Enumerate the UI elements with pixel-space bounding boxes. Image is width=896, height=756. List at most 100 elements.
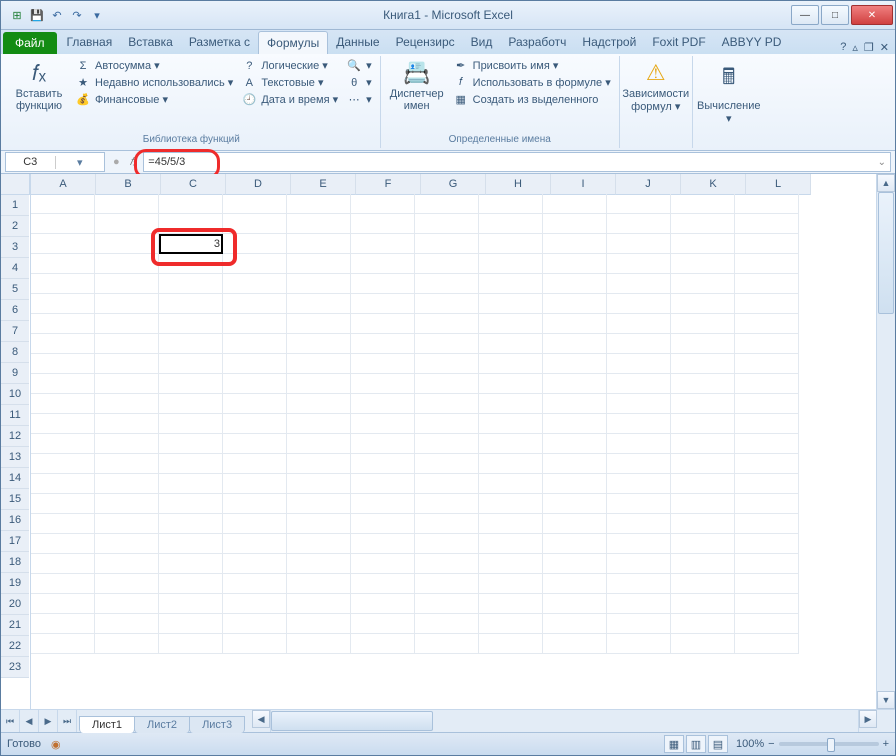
row-header[interactable]: 4 xyxy=(1,258,29,279)
cell[interactable] xyxy=(543,234,607,254)
cell[interactable] xyxy=(543,534,607,554)
cell[interactable] xyxy=(735,394,799,414)
cell[interactable] xyxy=(735,314,799,334)
cell[interactable] xyxy=(351,434,415,454)
ribbon-button[interactable]: ΣАвтосумма ▾ xyxy=(73,58,235,73)
undo-icon[interactable]: ↶ xyxy=(49,7,65,23)
row-header[interactable]: 20 xyxy=(1,594,29,615)
column-header[interactable]: K xyxy=(681,174,746,195)
zoom-slider[interactable] xyxy=(779,742,879,746)
cell[interactable] xyxy=(159,454,223,474)
cell[interactable] xyxy=(223,414,287,434)
cell[interactable] xyxy=(415,274,479,294)
row-header[interactable]: 11 xyxy=(1,405,29,426)
row-header[interactable]: 22 xyxy=(1,636,29,657)
column-header[interactable]: D xyxy=(226,174,291,195)
cell[interactable] xyxy=(95,434,159,454)
insert-function-button[interactable]: 𝑓ₓ Вставить функцию xyxy=(9,58,69,114)
cell[interactable] xyxy=(95,274,159,294)
column-header[interactable]: E xyxy=(291,174,356,195)
scroll-left-icon[interactable]: ◀ xyxy=(252,710,270,728)
row-header[interactable]: 21 xyxy=(1,615,29,636)
cell[interactable] xyxy=(95,254,159,274)
row-header[interactable]: 10 xyxy=(1,384,29,405)
cell[interactable] xyxy=(287,214,351,234)
cell[interactable] xyxy=(415,454,479,474)
cell[interactable] xyxy=(479,394,543,414)
cell[interactable] xyxy=(607,294,671,314)
cell[interactable] xyxy=(287,534,351,554)
cell[interactable] xyxy=(223,314,287,334)
cell[interactable] xyxy=(735,614,799,634)
cell[interactable] xyxy=(479,474,543,494)
normal-view-icon[interactable]: ▦ xyxy=(664,735,684,753)
cell[interactable] xyxy=(31,594,95,614)
cell[interactable] xyxy=(479,534,543,554)
cell[interactable] xyxy=(479,194,543,214)
cell[interactable] xyxy=(159,334,223,354)
cell[interactable] xyxy=(95,194,159,214)
column-header[interactable]: G xyxy=(421,174,486,195)
cell[interactable] xyxy=(159,554,223,574)
column-header[interactable]: C xyxy=(161,174,226,195)
zoom-level[interactable]: 100% xyxy=(736,738,764,750)
scroll-thumb[interactable] xyxy=(878,192,894,314)
cell[interactable] xyxy=(287,634,351,654)
cell[interactable] xyxy=(543,274,607,294)
cell[interactable] xyxy=(479,554,543,574)
cell[interactable] xyxy=(287,274,351,294)
cell[interactable] xyxy=(287,474,351,494)
sheet-tab[interactable]: Лист2 xyxy=(134,716,190,733)
cell[interactable] xyxy=(543,454,607,474)
cell[interactable] xyxy=(607,594,671,614)
cell[interactable] xyxy=(159,354,223,374)
cell[interactable] xyxy=(95,534,159,554)
cell[interactable] xyxy=(351,554,415,574)
cell[interactable] xyxy=(479,334,543,354)
cell[interactable] xyxy=(671,494,735,514)
cell[interactable] xyxy=(95,314,159,334)
row-header[interactable]: 23 xyxy=(1,657,29,678)
cell[interactable] xyxy=(31,454,95,474)
cell[interactable] xyxy=(671,274,735,294)
cell[interactable] xyxy=(95,394,159,414)
cell[interactable] xyxy=(415,554,479,574)
cell[interactable] xyxy=(479,274,543,294)
cell[interactable] xyxy=(415,494,479,514)
row-header[interactable]: 9 xyxy=(1,363,29,384)
cell[interactable] xyxy=(351,474,415,494)
cell[interactable] xyxy=(415,394,479,414)
cell[interactable] xyxy=(415,374,479,394)
redo-icon[interactable]: ↷ xyxy=(69,7,85,23)
cell[interactable] xyxy=(159,194,223,214)
ribbon-button[interactable]: ⋯▾ xyxy=(344,92,374,107)
select-all-corner[interactable] xyxy=(1,174,30,195)
cell[interactable] xyxy=(543,194,607,214)
ribbon-tab[interactable]: Надстрой xyxy=(574,31,644,54)
ribbon-button[interactable]: ?Логические ▾ xyxy=(239,58,340,73)
cell[interactable] xyxy=(479,514,543,534)
row-header[interactable]: 14 xyxy=(1,468,29,489)
cell[interactable] xyxy=(31,394,95,414)
cell[interactable] xyxy=(607,554,671,574)
cell[interactable] xyxy=(671,314,735,334)
cell[interactable] xyxy=(735,194,799,214)
cell[interactable] xyxy=(159,294,223,314)
cell[interactable] xyxy=(31,554,95,574)
ribbon-button[interactable]: ✒Присвоить имя ▾ xyxy=(451,58,613,73)
cell[interactable] xyxy=(543,334,607,354)
cell[interactable] xyxy=(95,614,159,634)
cell[interactable] xyxy=(607,574,671,594)
cell[interactable] xyxy=(543,634,607,654)
cell[interactable] xyxy=(543,474,607,494)
cell[interactable] xyxy=(31,574,95,594)
cell[interactable] xyxy=(159,374,223,394)
cell[interactable] xyxy=(543,434,607,454)
cell[interactable] xyxy=(351,594,415,614)
scroll-down-icon[interactable]: ▼ xyxy=(877,691,895,709)
ribbon-button[interactable]: AТекстовые ▾ xyxy=(239,75,340,90)
cell[interactable] xyxy=(31,334,95,354)
cell[interactable] xyxy=(223,294,287,314)
cell[interactable] xyxy=(223,554,287,574)
zoom-in-button[interactable]: + xyxy=(883,738,889,750)
